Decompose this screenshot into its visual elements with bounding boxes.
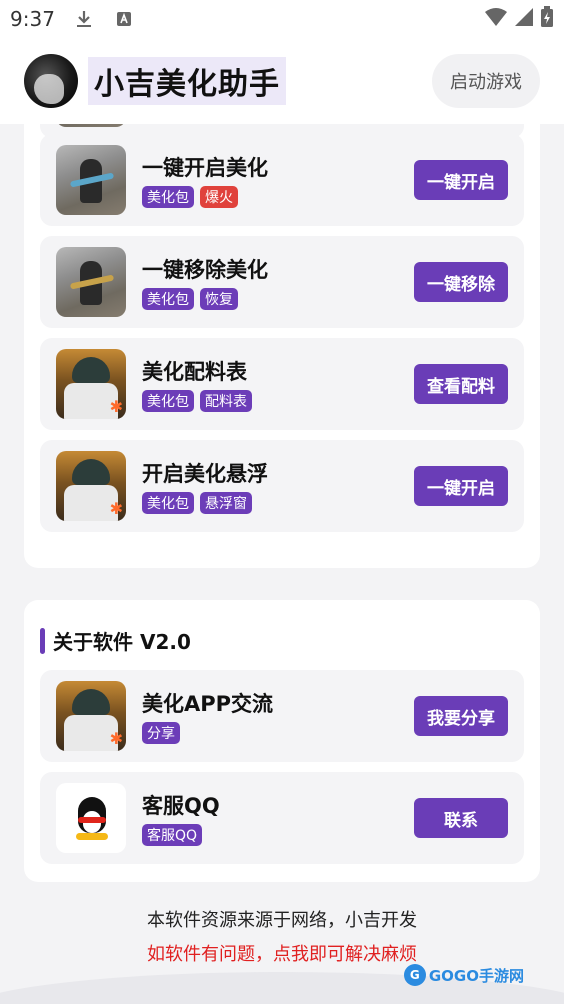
item-tags: 客服QQ xyxy=(142,824,203,846)
list-item-remove-beautify: 一键移除美化 美化包 恢复 一键移除 xyxy=(40,236,524,328)
tag: 配料表 xyxy=(200,390,252,412)
launch-game-button[interactable]: 启动游戏 xyxy=(432,54,540,108)
avatar[interactable] xyxy=(24,54,78,108)
item-thumbnail xyxy=(56,145,126,215)
tag: 美化包 xyxy=(142,288,194,310)
item-thumbnail: ✱ xyxy=(56,681,126,751)
remove-beautify-button[interactable]: 一键移除 xyxy=(414,262,508,302)
list-item-customer-qq: 客服QQ 客服QQ 联系 xyxy=(40,772,524,864)
status-bar: 9:37 xyxy=(0,0,564,38)
status-time: 9:37 xyxy=(10,7,55,31)
section-accent-bar xyxy=(40,627,45,654)
tag: 悬浮窗 xyxy=(200,492,252,514)
list-item-floating: ✱ 开启美化悬浮 美化包 悬浮窗 一键开启 xyxy=(40,440,524,532)
share-button[interactable]: 我要分享 xyxy=(414,696,508,736)
watermark-logo-icon: G xyxy=(403,964,426,986)
item-tags: 分享 xyxy=(142,722,180,744)
item-tags: 美化包 悬浮窗 xyxy=(142,492,252,514)
list-item-ingredients: ✱ 美化配料表 美化包 配料表 查看配料 xyxy=(40,338,524,430)
scroll-content[interactable]: 一键开启美化 美化包 爆火 一键开启 一键移除美化 美化包 恢复 一键移除 ✱ … xyxy=(0,124,564,1004)
signal-icon xyxy=(514,7,534,31)
app-title: 小吉美化助手 xyxy=(88,57,286,105)
item-thumbnail: ✱ xyxy=(56,451,126,521)
item-tags: 美化包 恢复 xyxy=(142,288,238,310)
item-title: 美化配料表 xyxy=(142,360,247,384)
tag-hot: 爆火 xyxy=(200,186,238,208)
tag: 美化包 xyxy=(142,186,194,208)
enable-beautify-button[interactable]: 一键开启 xyxy=(414,160,508,200)
item-tags: 美化包 配料表 xyxy=(142,390,252,412)
beautify-card-group: 一键开启美化 美化包 爆火 一键开启 一键移除美化 美化包 恢复 一键移除 ✱ … xyxy=(24,124,540,568)
item-title: 客服QQ xyxy=(142,794,220,818)
item-title: 一键移除美化 xyxy=(142,258,268,282)
a-notification-icon xyxy=(113,8,135,30)
enable-floating-button[interactable]: 一键开启 xyxy=(414,466,508,506)
app-header: 小吉美化助手 启动游戏 xyxy=(0,38,564,124)
item-thumbnail xyxy=(56,124,126,127)
item-tags: 美化包 爆火 xyxy=(142,186,238,208)
tag: 分享 xyxy=(142,722,180,744)
qq-penguin-icon xyxy=(56,783,126,853)
list-item-app-exchange: ✱ 美化APP交流 分享 我要分享 xyxy=(40,670,524,762)
tag: 美化包 xyxy=(142,390,194,412)
contact-button[interactable]: 联系 xyxy=(414,798,508,838)
item-title: 开启美化悬浮 xyxy=(142,462,268,486)
download-icon xyxy=(73,8,95,30)
section-title: 关于软件 V2.0 xyxy=(53,630,191,654)
section-header: 关于软件 V2.0 xyxy=(40,626,191,655)
watermark: G GOGO手游网 xyxy=(403,964,524,986)
about-card-group: 关于软件 V2.0 ✱ 美化APP交流 分享 我要分享 客服QQ 客服QQ 联系 xyxy=(24,600,540,882)
tag: 恢复 xyxy=(200,288,238,310)
tag: 美化包 xyxy=(142,492,194,514)
battery-icon xyxy=(540,6,554,32)
item-title: 一键开启美化 xyxy=(142,156,268,180)
footer-source-text: 本软件资源来源于网络，小吉开发 xyxy=(147,910,417,931)
list-item-enable-beautify: 一键开启美化 美化包 爆火 一键开启 xyxy=(40,134,524,226)
wifi-icon xyxy=(484,7,508,31)
footer-help-link[interactable]: 如软件有问题，点我即可解决麻烦 xyxy=(0,940,564,966)
item-title: 美化APP交流 xyxy=(142,692,274,716)
item-thumbnail xyxy=(56,247,126,317)
tag: 客服QQ xyxy=(142,824,203,846)
view-ingredients-button[interactable]: 查看配料 xyxy=(414,364,508,404)
watermark-text: GOGO手游网 xyxy=(428,966,524,985)
item-thumbnail: ✱ xyxy=(56,349,126,419)
